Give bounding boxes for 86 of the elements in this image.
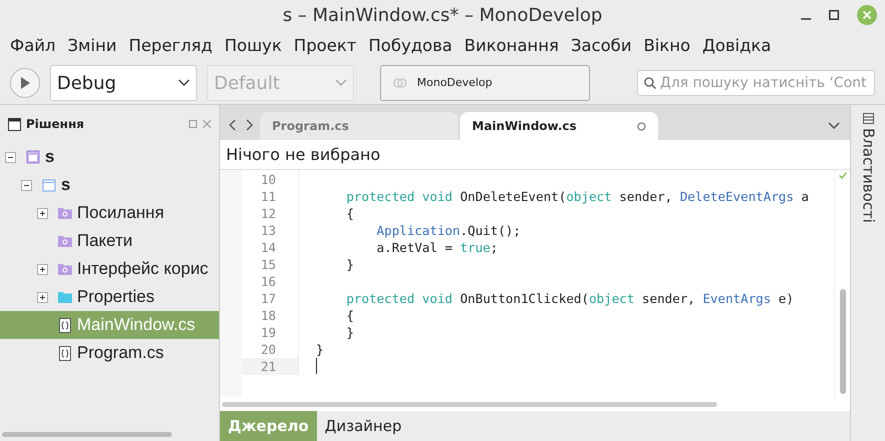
tree-item[interactable]: Пакети <box>0 227 219 255</box>
code-line: } <box>316 341 324 358</box>
line-number: 20 <box>260 341 277 358</box>
run-button[interactable] <box>10 68 40 98</box>
tree-item[interactable]: Інтерфейс корис <box>0 255 219 283</box>
solution-icon <box>26 150 40 164</box>
code-line: a.RetVal = true; <box>376 239 498 256</box>
expand-icon[interactable] <box>36 292 48 302</box>
folder-icon <box>58 263 72 275</box>
tree-item-label: s <box>45 146 54 168</box>
folder-icon <box>58 207 72 219</box>
tree-item-label: Посилання <box>77 202 164 224</box>
pad-title: Рішення <box>26 116 84 133</box>
line-number: 14 <box>260 239 277 256</box>
text-cursor <box>316 358 317 374</box>
tree-item[interactable]: s <box>0 171 219 199</box>
check-icon <box>838 172 846 179</box>
tree-item[interactable]: Properties <box>0 283 219 311</box>
pad-icon <box>8 118 21 130</box>
code-file-icon <box>59 318 71 332</box>
menu-item[interactable]: Довідка <box>696 34 778 59</box>
folder-icon <box>58 235 72 247</box>
document-tab[interactable]: Program.cs <box>260 112 458 140</box>
maximize-icon[interactable] <box>829 10 839 20</box>
status-text: MonoDevelop <box>417 74 492 91</box>
properties-pad-tab[interactable]: Властивості <box>856 128 880 223</box>
logo-icon <box>393 78 407 88</box>
menu-item[interactable]: Файл <box>4 34 62 59</box>
configuration-dropdown[interactable]: Debug <box>50 65 197 101</box>
menu-item[interactable]: Пошук <box>218 34 288 59</box>
scrollbar[interactable] <box>2 432 172 436</box>
line-number: 18 <box>260 307 277 324</box>
menu-item[interactable]: Виконання <box>458 34 565 59</box>
tree-item-label: Program.cs <box>77 342 164 364</box>
menu-item[interactable]: Побудова <box>362 34 458 59</box>
menu-item[interactable]: Вікно <box>638 34 696 59</box>
line-number: 21 <box>242 358 298 375</box>
scrollbar[interactable] <box>840 289 846 394</box>
window-icon <box>42 178 56 192</box>
scrollbar[interactable] <box>222 402 717 406</box>
tree-item-label: Інтерфейс корис <box>77 258 208 280</box>
code-line: } <box>345 256 354 273</box>
tree-item-label: MainWindow.cs <box>77 314 196 336</box>
tree-item[interactable]: s <box>0 143 219 171</box>
play-icon <box>20 77 30 89</box>
line-number: 15 <box>260 256 277 273</box>
window-title: s – MainWindow.cs* – MonoDevelop <box>282 4 602 28</box>
breadcrumb[interactable]: Нічого не вибрано <box>226 142 380 166</box>
line-number: 16 <box>260 273 277 290</box>
code-line: { <box>345 307 354 324</box>
code-line: protected void OnDeleteEvent(object sender, DeleteEventArgs a <box>345 188 809 205</box>
tree-item-label: s <box>61 174 70 196</box>
tree-item[interactable]: Program.cs <box>0 339 219 367</box>
line-number: 19 <box>260 324 277 341</box>
line-number: 10 <box>260 171 277 188</box>
tree-item-label: Properties <box>77 286 154 308</box>
line-number: 12 <box>260 205 277 222</box>
line-number: 11 <box>260 188 277 205</box>
folder-icon <box>58 291 72 303</box>
tree-item[interactable]: Посилання <box>0 199 219 227</box>
list-icon <box>862 113 874 124</box>
chevron-down-icon <box>335 79 347 87</box>
tree-item-label: Пакети <box>77 230 132 252</box>
line-number: 13 <box>260 222 277 239</box>
code-line: protected void OnButton1Clicked(object sender, EventArgs e) <box>345 290 794 307</box>
menu-item[interactable]: Зміни <box>62 34 123 59</box>
view-tab[interactable]: Дизайнер <box>316 411 410 441</box>
menu-item[interactable]: Проект <box>288 34 363 59</box>
chevron-down-icon[interactable] <box>828 122 840 130</box>
search-icon <box>644 77 656 89</box>
expand-icon[interactable] <box>36 264 48 274</box>
search-field[interactable]: Для пошуку натисніть ‘Cont <box>637 70 875 96</box>
collapse-icon[interactable] <box>20 180 32 190</box>
menu-item[interactable]: Перегляд <box>122 34 218 59</box>
code-line: Application.Quit(); <box>376 222 521 239</box>
expand-icon[interactable] <box>36 208 48 218</box>
document-tab[interactable]: MainWindow.cs <box>460 112 658 140</box>
code-line: } <box>345 324 354 341</box>
collapse-icon[interactable] <box>4 152 16 162</box>
menu-item[interactable]: Засоби <box>564 34 638 59</box>
back-icon[interactable] <box>228 119 236 131</box>
forward-icon[interactable] <box>246 119 254 131</box>
chevron-down-icon <box>178 79 190 87</box>
code-line: { <box>345 205 354 222</box>
line-number: 17 <box>260 290 277 307</box>
code-file-icon <box>59 346 71 360</box>
